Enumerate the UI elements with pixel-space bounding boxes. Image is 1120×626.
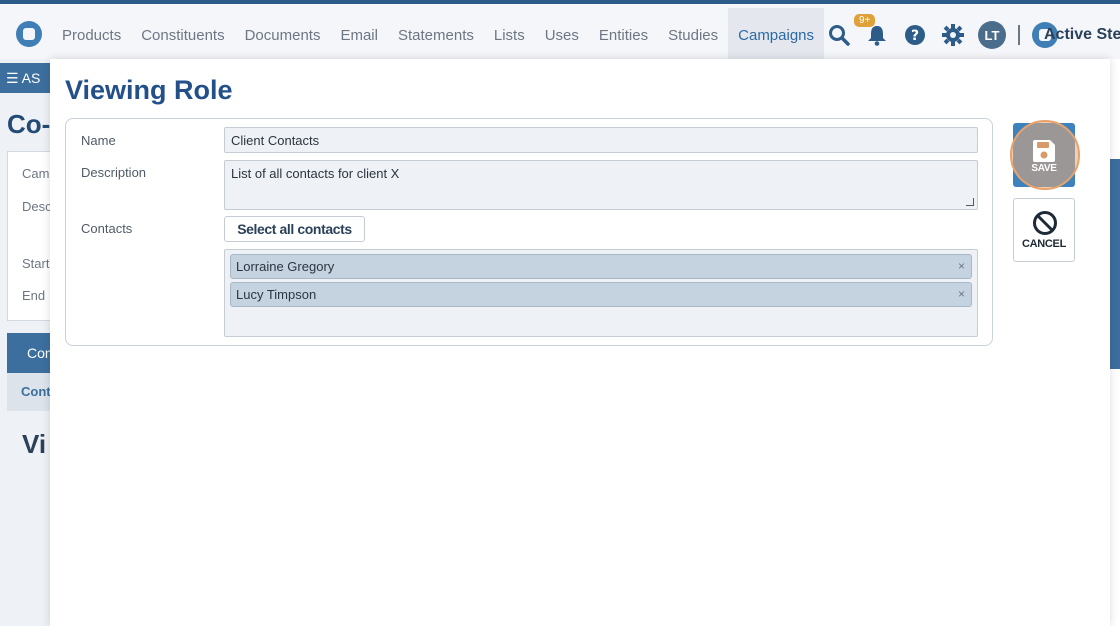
nav-item-statements[interactable]: Statements xyxy=(388,8,484,63)
contacts-multiselect[interactable]: Lorraine Gregory × Lucy Timpson × xyxy=(224,249,978,337)
help-icon[interactable]: ? xyxy=(902,22,928,48)
name-label: Name xyxy=(81,133,116,148)
nav-item-studies[interactable]: Studies xyxy=(658,8,728,63)
gear-icon[interactable] xyxy=(940,22,966,48)
contacts-label: Contacts xyxy=(81,221,133,236)
nav-item-products[interactable]: Products xyxy=(52,8,131,63)
name-field[interactable]: Client Contacts xyxy=(224,127,978,153)
remove-contact-icon[interactable]: × xyxy=(958,283,965,306)
background-right-panel xyxy=(1110,159,1120,369)
user-avatar[interactable]: LT xyxy=(978,21,1006,49)
description-text: List of all contacts for client X xyxy=(231,166,400,181)
background-label-campaign: Cam xyxy=(22,166,50,181)
remove-contact-icon[interactable]: × xyxy=(958,255,965,278)
top-navigation-bar: Products Constituents Documents Email St… xyxy=(0,0,1120,63)
background-label-end: End xyxy=(22,288,46,303)
nav-item-campaigns[interactable]: Campaigns xyxy=(728,8,825,63)
org-name[interactable]: Active Stew xyxy=(1044,26,1120,44)
viewing-role-modal: Viewing Role Name Client Contacts Descri… xyxy=(50,59,1110,626)
notification-badge: 9+ xyxy=(854,14,876,27)
nav-item-constituents[interactable]: Constituents xyxy=(131,8,234,63)
cancel-icon xyxy=(1033,211,1057,235)
nav-item-documents[interactable]: Documents xyxy=(235,8,331,63)
contact-tag-label: Lorraine Gregory xyxy=(236,259,335,274)
contact-tag: Lucy Timpson × xyxy=(230,282,972,307)
resize-handle-icon[interactable] xyxy=(966,198,974,206)
background-label-start: Start xyxy=(22,256,50,271)
save-button-label: SAVE xyxy=(1031,163,1057,174)
nav-item-lists[interactable]: Lists xyxy=(484,8,535,63)
nav-item-entities[interactable]: Entities xyxy=(589,8,658,63)
main-nav: Products Constituents Documents Email St… xyxy=(52,8,825,63)
floppy-disk-icon xyxy=(1033,140,1055,162)
description-label: Description xyxy=(81,165,147,180)
role-form: Name Client Contacts Description List of… xyxy=(65,118,993,346)
subbar-label: AS xyxy=(21,70,41,86)
search-icon[interactable] xyxy=(826,22,852,48)
contact-tag: Lorraine Gregory × xyxy=(230,254,972,279)
select-all-contacts-button[interactable]: Select all contacts xyxy=(224,216,365,242)
modal-title: Viewing Role xyxy=(65,75,233,105)
hamburger-icon: ☰ xyxy=(6,70,22,86)
svg-text:?: ? xyxy=(911,28,919,44)
background-label-description: Desc xyxy=(22,199,52,214)
background-heading-2: Vi xyxy=(22,429,47,459)
background-heading: Co- xyxy=(7,109,51,139)
nav-item-uses[interactable]: Uses xyxy=(535,8,589,63)
cancel-button-label: CANCEL xyxy=(1021,238,1067,250)
contact-tag-label: Lucy Timpson xyxy=(236,287,317,302)
nav-divider xyxy=(1018,25,1020,45)
nav-item-email[interactable]: Email xyxy=(330,8,388,63)
app-logo-icon[interactable] xyxy=(16,21,42,47)
sidebar-toggle[interactable]: ☰ AS xyxy=(0,63,52,93)
description-field[interactable]: List of all contacts for client X xyxy=(224,160,978,210)
